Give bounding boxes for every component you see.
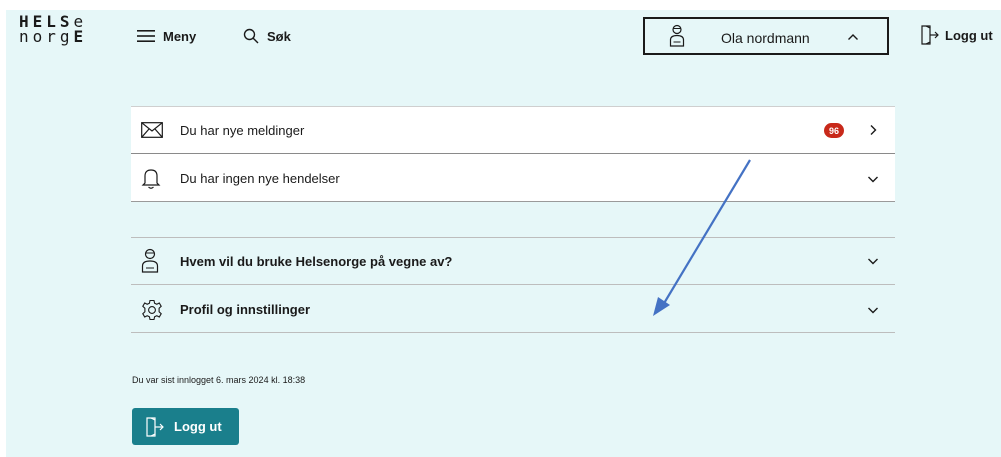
logout-link-header[interactable]: Logg ut bbox=[921, 25, 993, 45]
logout-icon bbox=[921, 25, 939, 45]
logout-icon bbox=[146, 417, 164, 437]
messages-count-badge: 96 bbox=[824, 123, 844, 138]
logout-button-label: Logg ut bbox=[174, 419, 222, 434]
chevron-up-icon bbox=[848, 34, 858, 40]
user-menu-button[interactable]: Ola nordmann bbox=[643, 17, 889, 55]
logout-label: Logg ut bbox=[945, 27, 993, 43]
profile-label: Profil og innstillinger bbox=[180, 302, 310, 317]
events-label: Du har ingen nye hendelser bbox=[180, 171, 340, 186]
menu-label: Meny bbox=[163, 28, 197, 44]
menu-button[interactable]: Meny bbox=[137, 26, 196, 46]
logo-line-2: norgE bbox=[19, 27, 88, 46]
profile-row[interactable]: Profil og innstillinger bbox=[131, 286, 895, 333]
helsenorge-logo[interactable]: HELSe norgE bbox=[19, 14, 88, 46]
chevron-right-icon bbox=[870, 125, 877, 135]
chevron-down-icon bbox=[868, 258, 878, 265]
person-icon bbox=[141, 248, 159, 273]
person-icon bbox=[669, 24, 685, 47]
messages-row[interactable]: Du har nye meldinger 96 bbox=[131, 107, 895, 154]
messages-label: Du har nye meldinger bbox=[180, 122, 305, 138]
bell-icon bbox=[141, 168, 161, 189]
envelope-icon bbox=[141, 122, 163, 138]
logout-button[interactable]: Logg ut bbox=[132, 408, 239, 445]
page-background bbox=[6, 10, 1001, 457]
settings-card: Hvem vil du bruke Helsenorge på vegne av… bbox=[131, 237, 895, 333]
hamburger-icon bbox=[137, 30, 155, 42]
last-login-text: Du var sist innlogget 6. mars 2024 kl. 1… bbox=[132, 375, 306, 385]
search-label: Søk bbox=[267, 28, 291, 44]
chevron-down-icon bbox=[868, 176, 878, 182]
represent-row[interactable]: Hvem vil du bruke Helsenorge på vegne av… bbox=[131, 238, 895, 285]
represent-label: Hvem vil du bruke Helsenorge på vegne av… bbox=[180, 253, 453, 269]
chevron-down-icon bbox=[868, 307, 878, 313]
events-row[interactable]: Du har ingen nye hendelser bbox=[131, 155, 895, 202]
search-icon bbox=[243, 28, 259, 44]
search-button[interactable]: Søk bbox=[243, 26, 291, 46]
gear-icon bbox=[142, 299, 162, 320]
notifications-card: Du har nye meldinger 96 Du har ingen nye… bbox=[131, 106, 895, 202]
user-name: Ola nordmann bbox=[721, 30, 810, 46]
